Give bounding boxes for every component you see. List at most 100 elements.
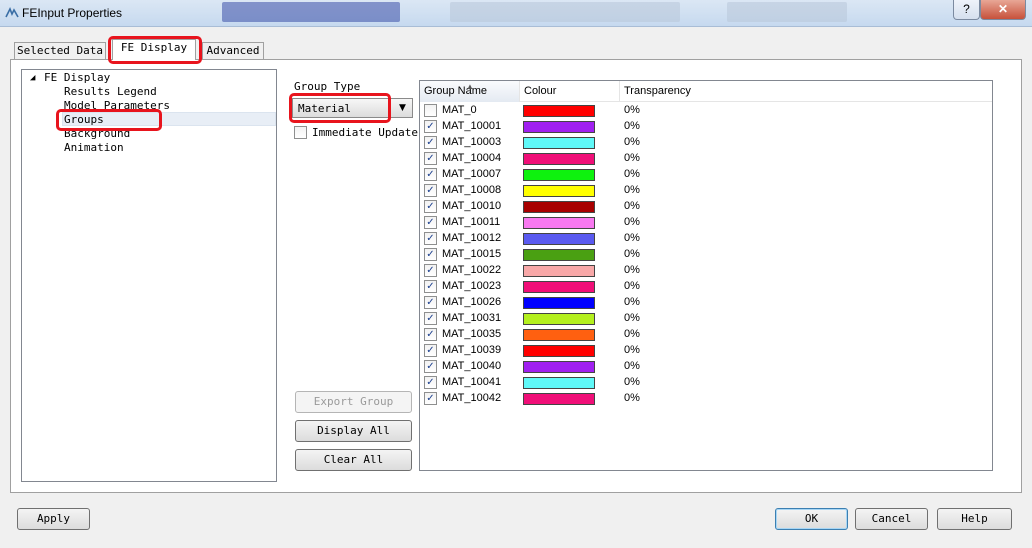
list-row[interactable]: ✓ MAT_10011 0% xyxy=(420,215,992,231)
row-visibility-checkbox[interactable]: ✓ xyxy=(424,184,437,197)
transparency-value[interactable]: 0% xyxy=(624,360,640,372)
apply-button[interactable]: Apply xyxy=(17,508,90,530)
transparency-value[interactable]: 0% xyxy=(624,312,640,324)
transparency-value[interactable]: 0% xyxy=(624,216,640,228)
list-row[interactable]: ✓ MAT_10039 0% xyxy=(420,343,992,359)
tree-root[interactable]: FE Display xyxy=(44,71,110,85)
row-visibility-checkbox[interactable]: ✓ xyxy=(424,216,437,229)
row-visibility-checkbox[interactable]: ✓ xyxy=(424,360,437,373)
list-row[interactable]: ✓ MAT_10001 0% xyxy=(420,119,992,135)
list-row[interactable]: ✓ MAT_10035 0% xyxy=(420,327,992,343)
transparency-value[interactable]: 0% xyxy=(624,376,640,388)
colour-swatch[interactable] xyxy=(523,233,595,245)
help-button[interactable]: Help xyxy=(937,508,1012,530)
list-row[interactable]: ✓ MAT_10040 0% xyxy=(420,359,992,375)
transparency-value[interactable]: 0% xyxy=(624,296,640,308)
column-header-group-name[interactable]: ▲ Group Name xyxy=(420,81,520,102)
expand-triangle-icon[interactable]: ◢ xyxy=(30,71,35,85)
colour-swatch[interactable] xyxy=(523,393,595,405)
colour-swatch[interactable] xyxy=(523,169,595,181)
list-row[interactable]: ✓ MAT_10031 0% xyxy=(420,311,992,327)
transparency-value[interactable]: 0% xyxy=(624,264,640,276)
row-visibility-checkbox[interactable]: ✓ xyxy=(424,312,437,325)
transparency-value[interactable]: 0% xyxy=(624,136,640,148)
column-header-colour[interactable]: Colour xyxy=(520,81,620,102)
export-group-button[interactable]: Export Group xyxy=(295,391,412,413)
list-row[interactable]: MAT_0 0% xyxy=(420,103,992,119)
row-visibility-checkbox[interactable]: ✓ xyxy=(424,136,437,149)
tab-advanced[interactable]: Advanced xyxy=(202,42,264,59)
colour-swatch[interactable] xyxy=(523,265,595,277)
transparency-value[interactable]: 0% xyxy=(624,280,640,292)
row-visibility-checkbox[interactable]: ✓ xyxy=(424,200,437,213)
colour-swatch[interactable] xyxy=(523,201,595,213)
close-window-button[interactable]: ✕ xyxy=(980,0,1026,20)
row-visibility-checkbox[interactable]: ✓ xyxy=(424,152,437,165)
list-row[interactable]: ✓ MAT_10015 0% xyxy=(420,247,992,263)
row-visibility-checkbox[interactable]: ✓ xyxy=(424,168,437,181)
tab-fe-display[interactable]: FE Display xyxy=(112,39,196,60)
row-visibility-checkbox[interactable]: ✓ xyxy=(424,344,437,357)
list-row[interactable]: ✓ MAT_10008 0% xyxy=(420,183,992,199)
colour-swatch[interactable] xyxy=(523,313,595,325)
column-header-transparency[interactable]: Transparency xyxy=(620,81,992,102)
tree-item-groups[interactable]: Groups xyxy=(64,113,104,127)
display-all-button[interactable]: Display All xyxy=(295,420,412,442)
transparency-value[interactable]: 0% xyxy=(624,184,640,196)
group-list[interactable]: ▲ Group Name Colour Transparency MAT_0 0%… xyxy=(419,80,993,471)
tree-item-animation[interactable]: Animation xyxy=(64,141,124,155)
colour-swatch[interactable] xyxy=(523,185,595,197)
transparency-value[interactable]: 0% xyxy=(624,248,640,260)
list-row[interactable]: ✓ MAT_10022 0% xyxy=(420,263,992,279)
ok-button[interactable]: OK xyxy=(775,508,848,530)
colour-swatch[interactable] xyxy=(523,361,595,373)
tab-selected-data[interactable]: Selected Data xyxy=(14,42,106,59)
transparency-value[interactable]: 0% xyxy=(624,104,640,116)
row-visibility-checkbox[interactable]: ✓ xyxy=(424,232,437,245)
list-row[interactable]: ✓ MAT_10012 0% xyxy=(420,231,992,247)
dropdown-arrow-icon[interactable]: ▼ xyxy=(394,100,411,116)
clear-all-button[interactable]: Clear All xyxy=(295,449,412,471)
row-visibility-checkbox[interactable] xyxy=(424,104,437,117)
colour-swatch[interactable] xyxy=(523,217,595,229)
transparency-value[interactable]: 0% xyxy=(624,152,640,164)
row-visibility-checkbox[interactable]: ✓ xyxy=(424,328,437,341)
transparency-value[interactable]: 0% xyxy=(624,232,640,244)
colour-swatch[interactable] xyxy=(523,121,595,133)
list-row[interactable]: ✓ MAT_10023 0% xyxy=(420,279,992,295)
colour-swatch[interactable] xyxy=(523,137,595,149)
transparency-value[interactable]: 0% xyxy=(624,328,640,340)
list-row[interactable]: ✓ MAT_10003 0% xyxy=(420,135,992,151)
list-row[interactable]: ✓ MAT_10026 0% xyxy=(420,295,992,311)
row-visibility-checkbox[interactable]: ✓ xyxy=(424,264,437,277)
transparency-value[interactable]: 0% xyxy=(624,120,640,132)
colour-swatch[interactable] xyxy=(523,105,595,117)
row-visibility-checkbox[interactable]: ✓ xyxy=(424,280,437,293)
row-visibility-checkbox[interactable]: ✓ xyxy=(424,392,437,405)
transparency-value[interactable]: 0% xyxy=(624,392,640,404)
colour-swatch[interactable] xyxy=(523,297,595,309)
tree-item-model-parameters[interactable]: Model Parameters xyxy=(64,99,170,113)
row-visibility-checkbox[interactable]: ✓ xyxy=(424,120,437,133)
transparency-value[interactable]: 0% xyxy=(624,200,640,212)
list-row[interactable]: ✓ MAT_10041 0% xyxy=(420,375,992,391)
colour-swatch[interactable] xyxy=(523,377,595,389)
list-row[interactable]: ✓ MAT_10010 0% xyxy=(420,199,992,215)
transparency-value[interactable]: 0% xyxy=(624,344,640,356)
tree-item-results-legend[interactable]: Results Legend xyxy=(64,85,157,99)
cancel-button[interactable]: Cancel xyxy=(855,508,928,530)
transparency-value[interactable]: 0% xyxy=(624,168,640,180)
row-visibility-checkbox[interactable]: ✓ xyxy=(424,376,437,389)
colour-swatch[interactable] xyxy=(523,329,595,341)
row-visibility-checkbox[interactable]: ✓ xyxy=(424,248,437,261)
tree-item-background[interactable]: Background xyxy=(64,127,130,141)
colour-swatch[interactable] xyxy=(523,249,595,261)
colour-swatch[interactable] xyxy=(523,281,595,293)
colour-swatch[interactable] xyxy=(523,153,595,165)
group-type-dropdown[interactable]: Material ▼ xyxy=(292,98,413,118)
list-row[interactable]: ✓ MAT_10007 0% xyxy=(420,167,992,183)
list-row[interactable]: ✓ MAT_10004 0% xyxy=(420,151,992,167)
colour-swatch[interactable] xyxy=(523,345,595,357)
settings-tree[interactable]: ◢ FE Display Results Legend Model Parame… xyxy=(21,69,277,482)
row-visibility-checkbox[interactable]: ✓ xyxy=(424,296,437,309)
